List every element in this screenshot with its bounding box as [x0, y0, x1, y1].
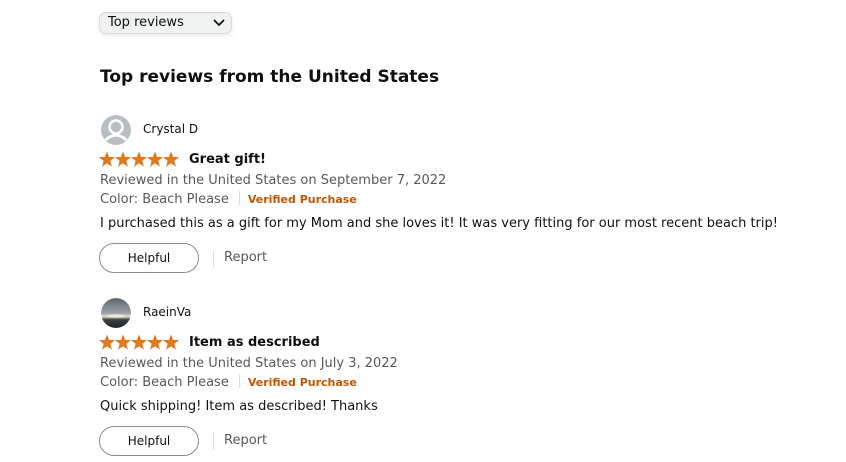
review-body: Quick shipping! Item as described! Thank… — [100, 399, 378, 414]
report-link[interactable]: Report — [224, 433, 267, 449]
reviewer-name[interactable]: RaeinVa — [143, 304, 191, 320]
verified-purchase-badge: Verified Purchase — [247, 193, 357, 206]
section-title: Top reviews from the United States — [100, 67, 440, 87]
star-filled-icon — [99, 334, 116, 350]
verified-purchase-badge: Verified Purchase — [247, 376, 357, 389]
divider — [213, 251, 214, 267]
divider — [238, 374, 240, 388]
reviewer-name[interactable]: Crystal D — [143, 121, 198, 137]
star-filled-icon — [114, 334, 132, 350]
star-filled-icon — [146, 151, 164, 167]
star-filled-icon — [162, 334, 179, 350]
rating-row: Great gift! — [99, 151, 266, 169]
divider — [238, 191, 240, 205]
star-filled-icon — [114, 151, 132, 167]
review-title[interactable]: Item as described — [189, 335, 320, 351]
rating-row: Item as described — [99, 334, 320, 352]
review-card: Crystal D Great gift! Reviewed in the Un… — [99, 115, 819, 275]
review-title[interactable]: Great gift! — [189, 152, 266, 168]
review-date: Reviewed in the United States on Septemb… — [100, 173, 447, 188]
sunset-photo-avatar-icon — [101, 298, 131, 328]
star-rating[interactable] — [99, 151, 179, 167]
review-card: RaeinVa Item as described Reviewed in th… — [99, 298, 819, 458]
variant-label: Color: Beach Please — [100, 192, 229, 207]
star-filled-icon — [130, 334, 148, 350]
report-link[interactable]: Report — [224, 250, 267, 266]
sort-selected-label: Top reviews — [108, 15, 184, 30]
star-filled-icon — [146, 334, 164, 350]
helpful-button[interactable]: Helpful — [99, 426, 199, 456]
divider — [213, 434, 214, 450]
star-filled-icon — [162, 151, 179, 167]
default-user-avatar-icon — [101, 115, 131, 145]
review-format: Color: Beach Please Verified Purchase — [100, 191, 357, 209]
helpful-button[interactable]: Helpful — [99, 243, 199, 273]
variant-label: Color: Beach Please — [100, 375, 229, 390]
review-date: Reviewed in the United States on July 3,… — [100, 356, 398, 371]
review-body: I purchased this as a gift for my Mom an… — [100, 216, 778, 231]
chevron-down-icon — [213, 19, 225, 26]
sort-dropdown[interactable]: Top reviews — [99, 12, 232, 34]
star-rating[interactable] — [99, 334, 179, 350]
star-filled-icon — [130, 151, 148, 167]
review-format: Color: Beach Please Verified Purchase — [100, 374, 357, 392]
star-filled-icon — [99, 151, 116, 167]
